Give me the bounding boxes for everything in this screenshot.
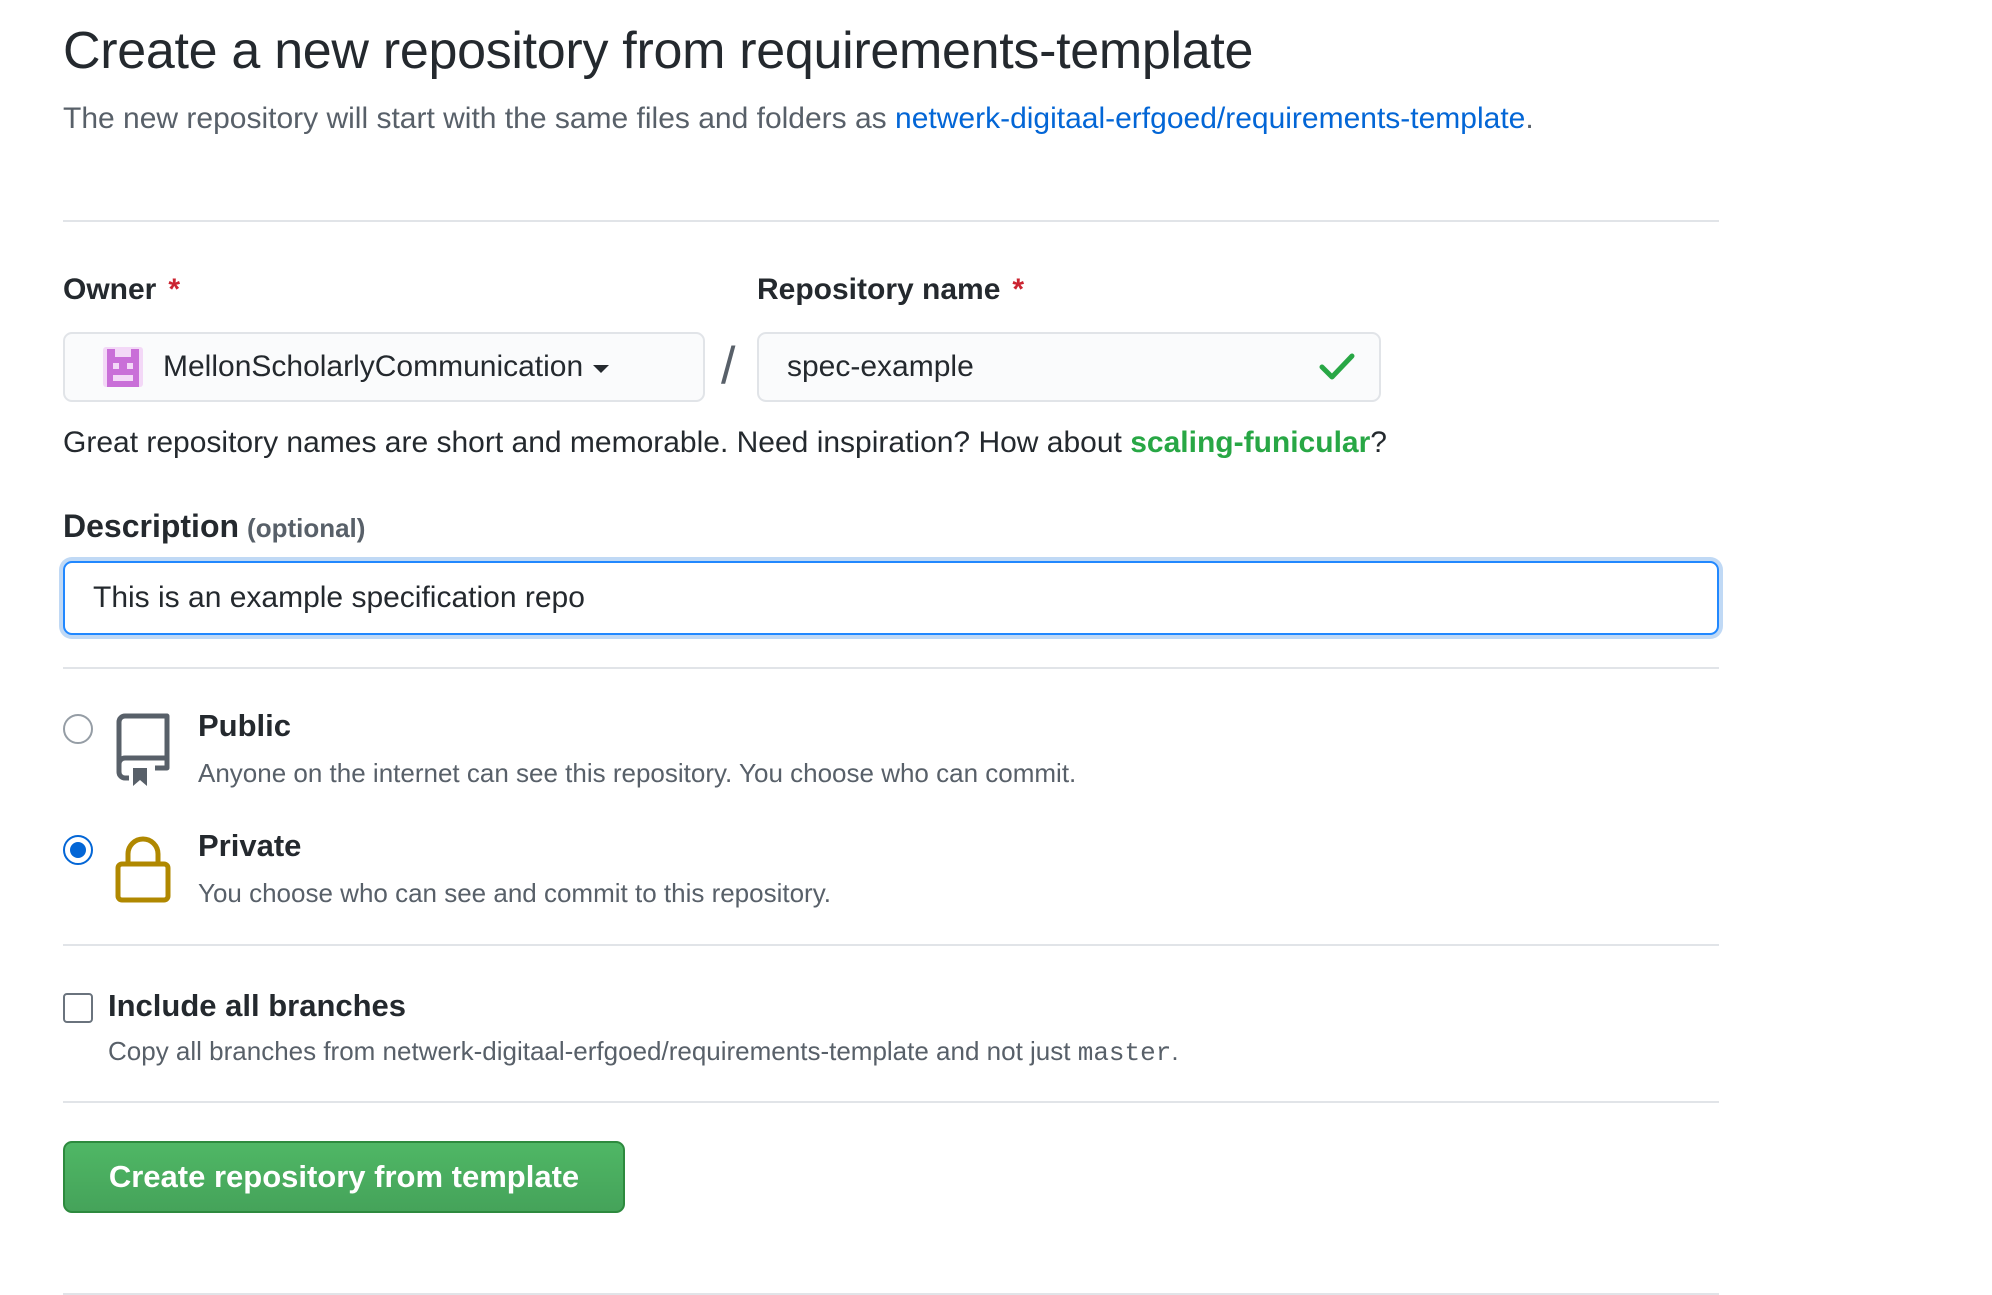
divider-branches [63,1101,1719,1103]
radio-private[interactable] [63,835,93,865]
divider-visibility [63,944,1719,946]
private-description: You choose who can see and commit to thi… [198,878,832,908]
owner-value: MellonScholarlyCommunication [163,350,584,383]
description-input[interactable] [63,561,1719,635]
hint-end: ? [1370,426,1387,459]
page-title: Create a new repository from requirement… [63,22,1254,80]
template-link[interactable]: netwerk-digitaal-erfgoed/requirements-te… [895,102,1525,135]
public-description: Anyone on the internet can see this repo… [198,758,1077,788]
include-branches-label: Include all branches [108,988,407,1023]
divider-top [63,220,1719,222]
chevron-down-icon [593,365,610,373]
create-repository-button[interactable]: Create repository from template [63,1141,625,1213]
org-avatar-icon [103,347,143,387]
check-icon [1319,353,1355,380]
lock-icon [115,836,171,903]
name-suggestion-link[interactable]: scaling-funicular [1130,426,1370,459]
hint-text: Great repository names are short and mem… [63,426,1131,459]
repo-name-input[interactable] [757,332,1381,402]
owner-label: Owner * [63,273,181,306]
page: Create a new repository from requirement… [0,0,1992,1295]
branch-name: master [1077,1038,1172,1068]
include-branches-checkbox[interactable] [63,993,93,1023]
owner-select[interactable]: MellonScholarlyCommunication [63,332,705,402]
private-label: Private [198,828,302,863]
subtitle-text: The new repository will start with the s… [63,102,896,135]
branches-desc-text: Copy all branches from netwerk-digitaal-… [108,1036,1078,1066]
owner-required-mark: * [168,273,181,306]
repo-name-required-mark: * [1012,273,1025,306]
form-container: Create a new repository from requirement… [63,0,1719,1295]
subtitle-end: . [1525,102,1534,135]
divider-description [63,667,1719,669]
radio-public[interactable] [63,714,93,744]
branches-desc-end: . [1171,1036,1179,1066]
description-optional: (optional) [247,513,366,543]
repo-icon [116,713,170,786]
public-label: Public [198,708,292,743]
page-subtitle: The new repository will start with the s… [63,96,1663,142]
repo-name-hint: Great repository names are short and mem… [63,426,1387,460]
include-branches-description: Copy all branches from netwerk-digitaal-… [108,1036,1179,1068]
owner-repo-separator: / [721,337,736,395]
repo-name-label: Repository name * [757,273,1025,306]
description-label: Description (optional) [63,508,366,544]
